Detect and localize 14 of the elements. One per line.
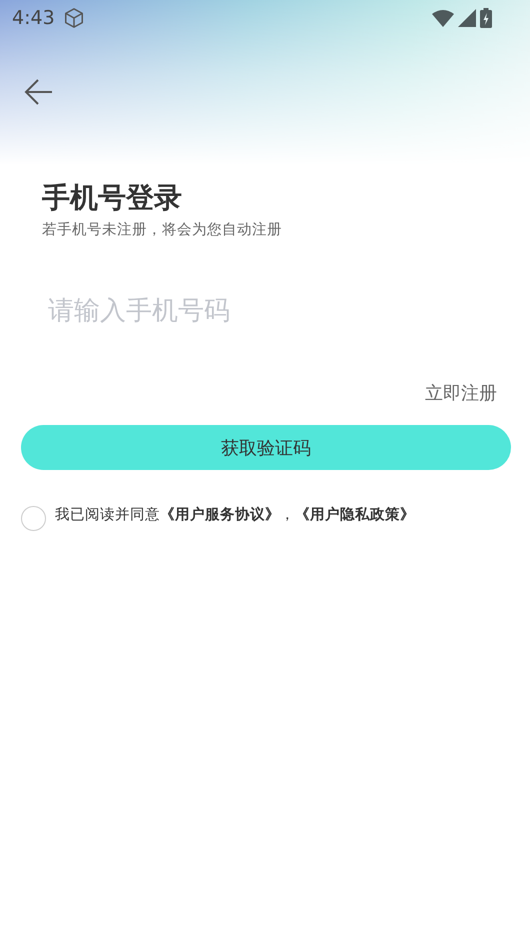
cube-icon bbox=[62, 7, 85, 29]
wifi-icon bbox=[432, 9, 454, 27]
page-title: 手机号登录 bbox=[42, 180, 183, 216]
agreement-text: 我已阅读并同意《用户服务协议》，《用户隐私政策》 bbox=[55, 506, 415, 525]
signal-icon bbox=[458, 9, 476, 27]
get-code-button[interactable]: 获取验证码 bbox=[21, 425, 511, 470]
status-time: 4:43 bbox=[12, 7, 55, 29]
page-subtitle: 若手机号未注册，将会为您自动注册 bbox=[42, 220, 283, 239]
agreement-checkbox[interactable] bbox=[21, 506, 46, 531]
policy-link[interactable]: 《用户服务协议》 bbox=[160, 507, 280, 523]
register-link[interactable]: 立即注册 bbox=[425, 381, 497, 405]
battery-icon bbox=[480, 8, 492, 28]
policy-link[interactable]: 《用户隐私政策》 bbox=[295, 507, 415, 523]
input-field[interactable]: 请输入手机号码 bbox=[48, 291, 488, 331]
